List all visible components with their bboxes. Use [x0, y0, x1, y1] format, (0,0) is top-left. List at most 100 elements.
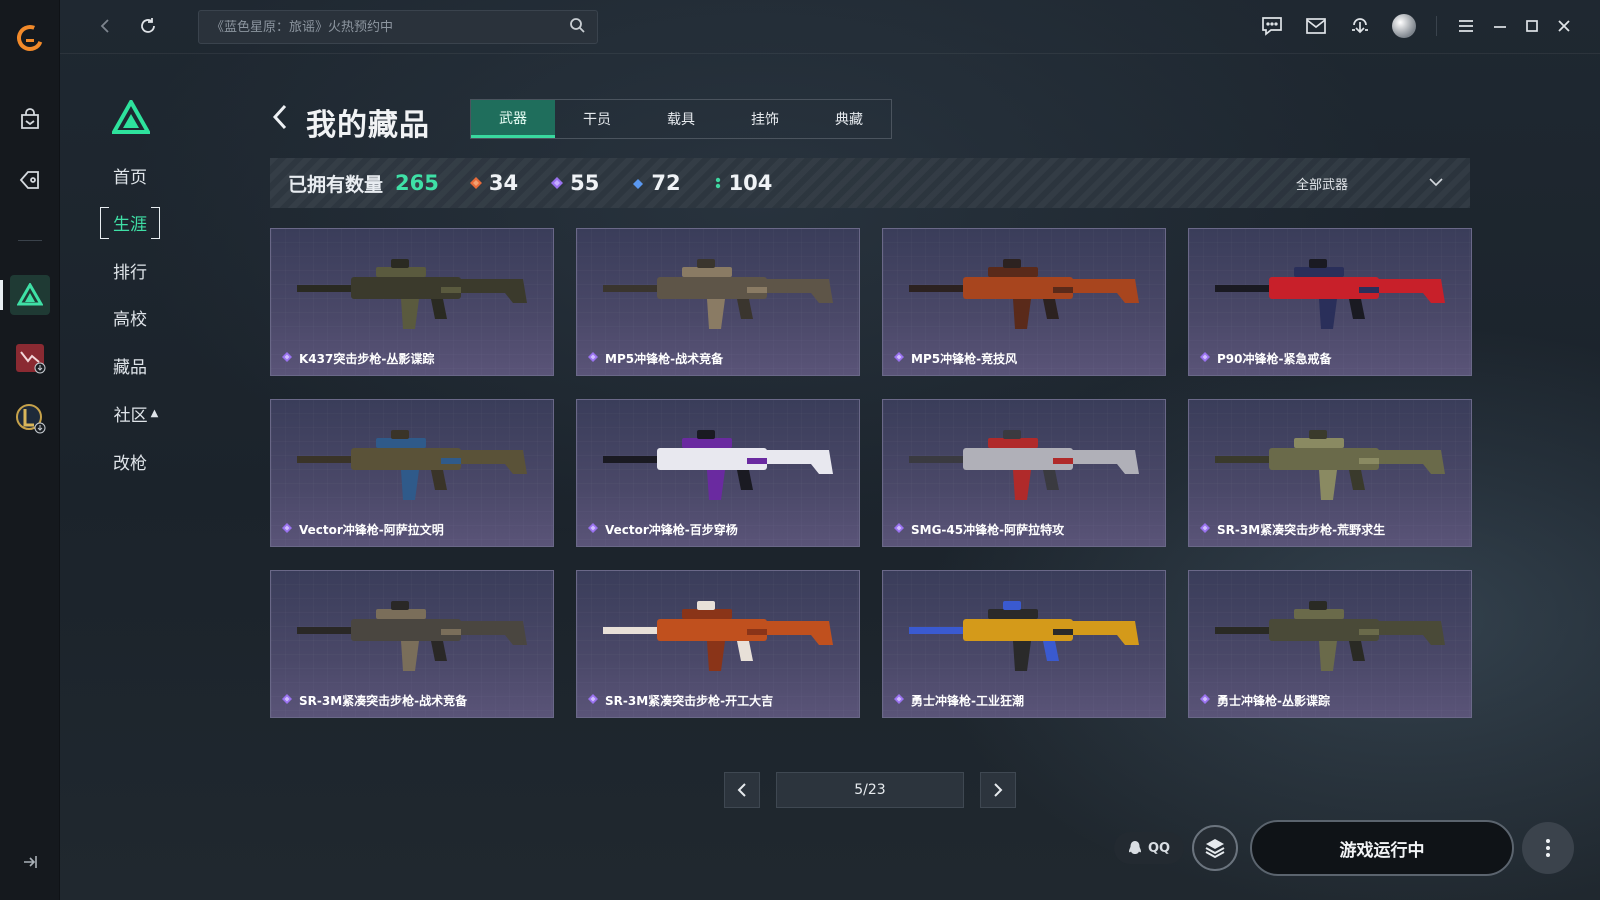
item-name: Vector冲锋枪-百步穿杨 [605, 523, 738, 537]
rarity-stat: 55 [550, 171, 599, 195]
nav-item-college[interactable]: 高校 [100, 302, 160, 332]
valorant-icon[interactable] [10, 338, 50, 378]
rarity-count: 55 [570, 171, 600, 195]
download-icon[interactable] [1344, 10, 1376, 42]
rarity-diamond-icon [587, 522, 599, 537]
item-label: K437突击步枪-丛影谍踪 [281, 350, 434, 367]
nav-item-home[interactable]: 首页 [100, 160, 160, 190]
logo-icon[interactable] [10, 18, 50, 58]
tag-icon[interactable] [10, 160, 50, 200]
collection-card[interactable]: 勇士冲锋枪-丛影谍踪 [1188, 570, 1472, 718]
qq-label: QQ [1147, 840, 1171, 856]
collection-card[interactable]: Vector冲锋枪-阿萨拉文明 [270, 399, 554, 547]
nav-item-career[interactable]: 生涯 [100, 207, 160, 239]
rarity-diamond-icon [1199, 693, 1211, 708]
item-name: SR-3M紧凑突击步枪-荒野求生 [1217, 523, 1386, 537]
close-icon[interactable] [1548, 10, 1580, 42]
run-label: 游戏运行中 [1339, 840, 1425, 861]
minimize-icon[interactable] [1484, 10, 1516, 42]
rarity-diamond-icon [281, 351, 293, 366]
item-name: SR-3M紧凑突击步枪-开工大吉 [605, 694, 774, 708]
search-input[interactable] [211, 19, 569, 35]
search-box[interactable] [198, 10, 598, 44]
collection-card[interactable]: SR-3M紧凑突击步枪-开工大吉 [576, 570, 860, 718]
collection-card[interactable]: MP5冲锋枪-战术竞备 [576, 228, 860, 376]
weapon-image [909, 259, 1139, 329]
nav-item-label: 社区 [113, 405, 148, 426]
toolbar-separator [1436, 16, 1437, 36]
item-label: P90冲锋枪-紧急戒备 [1199, 350, 1331, 367]
weapon-image [909, 430, 1139, 500]
rarity-diamond-icon [893, 693, 905, 708]
nav-item-label: 高校 [113, 309, 147, 330]
rarity-count: 72 [651, 171, 681, 195]
collection-card[interactable]: Vector冲锋枪-百步穿杨 [576, 399, 860, 547]
game-running-button[interactable]: 游戏运行中 [1250, 820, 1514, 876]
prev-page-button[interactable] [724, 772, 760, 808]
rarity-stat: 104 [713, 171, 773, 195]
item-label: Vector冲锋枪-阿萨拉文明 [281, 521, 444, 538]
chevron-right-icon [994, 783, 1003, 797]
chevron-up-icon: ▲ [150, 407, 159, 419]
item-name: K437突击步枪-丛影谍踪 [299, 352, 435, 366]
weapon-image [297, 259, 527, 329]
nav-item-gunsmith[interactable]: 改枪 [100, 446, 160, 476]
next-page-button[interactable] [980, 772, 1016, 808]
item-name: P90冲锋枪-紧急戒备 [1217, 352, 1332, 366]
qq-button[interactable]: QQ [1114, 832, 1184, 864]
item-label: MP5冲锋枪-战术竞备 [587, 350, 723, 367]
item-label: MP5冲锋枪-竞技风 [893, 350, 1017, 367]
diamond-icon [469, 177, 482, 189]
more-vertical-icon [1546, 839, 1550, 857]
nav-item-ranking[interactable]: 排行 [100, 255, 160, 285]
collection-card[interactable]: SR-3M紧凑突击步枪-荒野求生 [1188, 399, 1472, 547]
rarity-diamond-icon [587, 693, 599, 708]
item-label: 勇士冲锋枪-丛影谍踪 [1199, 692, 1330, 709]
tab-charms[interactable]: 挂饰 [723, 100, 807, 138]
avatar[interactable] [1388, 10, 1420, 42]
refresh-button[interactable] [132, 10, 164, 42]
chevron-down-icon [1428, 176, 1444, 191]
item-label: 勇士冲锋枪-工业狂潮 [893, 692, 1024, 709]
collapse-icon[interactable] [20, 852, 40, 872]
layers-button[interactable] [1192, 825, 1238, 871]
nav-item-label: 首页 [113, 167, 147, 188]
rarity-diamond-icon [1199, 351, 1211, 366]
tab-weapons[interactable]: 武器 [471, 100, 555, 138]
collection-card[interactable]: 勇士冲锋枪-工业狂潮 [882, 570, 1166, 718]
store-icon[interactable] [10, 100, 50, 140]
rarity-diamond-icon [1199, 522, 1211, 537]
weapon-image [603, 259, 833, 329]
collection-card[interactable]: MP5冲锋枪-竞技风 [882, 228, 1166, 376]
item-name: Vector冲锋枪-阿萨拉文明 [299, 523, 444, 537]
tab-operators[interactable]: 干员 [555, 100, 639, 138]
nav-item-community[interactable]: 社区 ▲ [106, 398, 166, 428]
rarity-stat: 34 [469, 171, 518, 195]
game-triangle-icon[interactable] [10, 275, 50, 315]
owned-count: 265 [395, 171, 439, 195]
back-icon[interactable] [268, 102, 292, 132]
collection-card[interactable]: SR-3M紧凑突击步枪-战术竞备 [270, 570, 554, 718]
item-name: MP5冲锋枪-战术竞备 [605, 352, 724, 366]
menu-icon[interactable] [1450, 10, 1482, 42]
mail-icon[interactable] [1300, 10, 1332, 42]
collection-card[interactable]: SMG-45冲锋枪-阿萨拉特攻 [882, 399, 1166, 547]
nav-back-button[interactable] [90, 10, 122, 42]
lol-icon[interactable] [10, 398, 50, 438]
weapon-image [603, 601, 833, 671]
top-bar [60, 0, 1600, 54]
tab-archive[interactable]: 典藏 [807, 100, 891, 138]
rarity-diamond-icon [281, 522, 293, 537]
collection-card[interactable]: P90冲锋枪-紧急戒备 [1188, 228, 1472, 376]
rarity-count: 104 [728, 171, 773, 195]
search-icon[interactable] [569, 17, 585, 37]
tab-vehicles[interactable]: 载具 [639, 100, 723, 138]
maximize-icon[interactable] [1516, 10, 1548, 42]
weapon-filter-dropdown[interactable]: 全部武器 [1296, 158, 1444, 208]
collection-card[interactable]: K437突击步枪-丛影谍踪 [270, 228, 554, 376]
chat-icon[interactable] [1256, 10, 1288, 42]
weapon-image [603, 430, 833, 500]
qq-penguin-icon [1128, 841, 1141, 854]
more-options-button[interactable] [1522, 822, 1574, 874]
nav-item-collection[interactable]: 藏品 [100, 350, 160, 380]
